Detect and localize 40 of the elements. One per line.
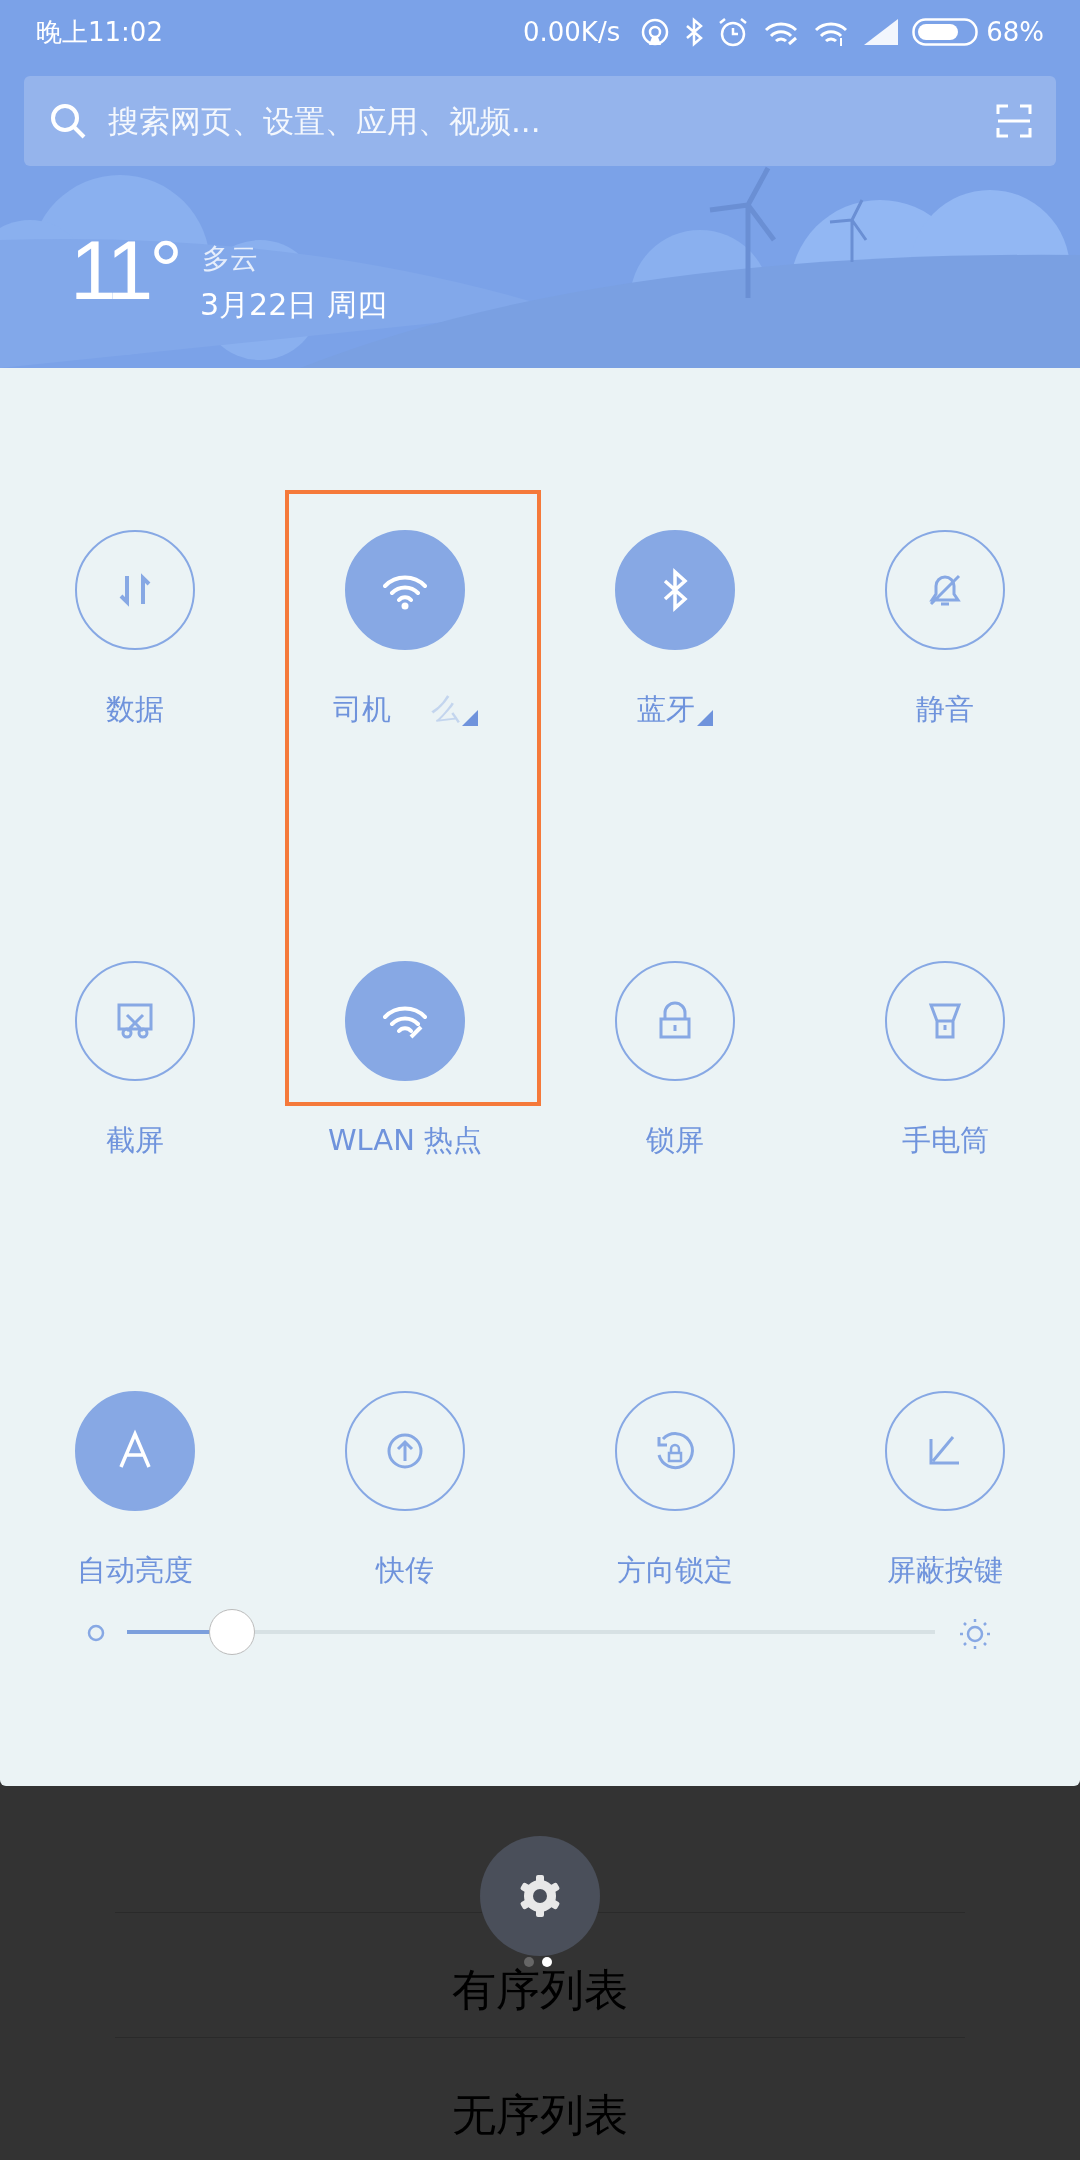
search-icon xyxy=(48,101,88,141)
alarm-icon xyxy=(718,17,749,47)
search-placeholder: 搜索网页、设置、应用、视频... xyxy=(108,101,542,141)
status-time: 晚上11:02 xyxy=(36,15,163,49)
toggle-button[interactable] xyxy=(345,1391,465,1511)
signal-icon xyxy=(864,19,899,45)
toggle-label: 截屏 xyxy=(106,1121,164,1159)
toggle-label: 蓝牙 xyxy=(637,691,695,728)
search-field[interactable]: 搜索网页、设置、应用、视频... xyxy=(24,76,1056,166)
brightness-icon xyxy=(958,1617,992,1651)
toggle-button[interactable] xyxy=(885,960,1005,1081)
weather-date: 3月22日 周四 xyxy=(200,286,387,324)
expand-icon[interactable] xyxy=(697,709,713,726)
battery-percent: 68% xyxy=(986,15,1044,49)
toggle-label: WLAN 热点 xyxy=(327,1121,483,1159)
settings-icon xyxy=(518,1874,562,1918)
expand-icon[interactable] xyxy=(461,709,478,726)
toggle-button[interactable] xyxy=(885,1391,1005,1511)
toggle-label: 静音 xyxy=(916,691,974,728)
toggle-button[interactable] xyxy=(75,960,195,1081)
toggle-label: 司机 xyxy=(332,691,391,728)
toggle-label: 手电筒 xyxy=(901,1121,989,1159)
toggle-label: 自动亮度 xyxy=(77,1552,193,1589)
bluetooth-icon xyxy=(684,17,705,47)
toggle-button[interactable] xyxy=(885,530,1005,650)
toggle-button[interactable] xyxy=(615,960,735,1081)
hotspot-icon xyxy=(640,17,671,47)
toggle-button[interactable] xyxy=(75,530,195,650)
toggle-label: 锁屏 xyxy=(646,1121,704,1159)
temperature: 11° xyxy=(70,228,179,312)
network-speed: 0.00K/s xyxy=(522,15,621,49)
scan-icon[interactable] xyxy=(996,104,1032,138)
toggle-label: 方向锁定 xyxy=(617,1552,733,1589)
dim-icon xyxy=(86,1623,106,1643)
toggle-label: 数据 xyxy=(106,691,164,728)
battery-icon xyxy=(912,18,979,46)
toggle-label: 屏蔽按键 xyxy=(887,1552,1003,1589)
weather-condition: 多云 xyxy=(202,241,258,277)
toggle-button[interactable] xyxy=(615,1391,735,1511)
toggle-label: 快传 xyxy=(376,1552,434,1589)
